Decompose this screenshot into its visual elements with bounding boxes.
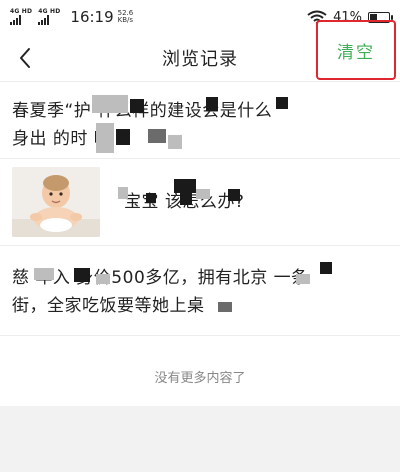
- privacy-mosaic: [74, 268, 90, 282]
- history-item-title-line: 春夏季“护 什么样的建设会是什么: [12, 101, 273, 121]
- privacy-mosaic: [218, 302, 232, 312]
- network-1: 4G HD: [10, 9, 32, 25]
- baby-photo-icon: [12, 167, 100, 237]
- network-indicators: 4G HD 4G HD: [10, 9, 60, 25]
- history-list: 春夏季“护 什么样的建设会是什么 身出 的时 哈 宝宝 该怎么办? 慈 年入 身…: [0, 83, 400, 336]
- clear-button-label: 清空: [337, 42, 375, 63]
- privacy-mosaic: [148, 129, 166, 143]
- signal-bars-icon: [10, 15, 21, 25]
- privacy-mosaic: [130, 99, 144, 113]
- clock: 16:19: [70, 8, 114, 26]
- privacy-mosaic: [296, 274, 310, 284]
- privacy-mosaic: [180, 191, 192, 205]
- history-item-title-line: 街，全家吃饭要等她上桌: [12, 296, 205, 316]
- privacy-mosaic: [34, 268, 54, 280]
- no-more-content: 没有更多内容了: [154, 370, 246, 386]
- speed-unit: KB/s: [117, 16, 134, 24]
- history-item-thumbnail: [12, 167, 100, 237]
- clear-button[interactable]: 清空: [316, 20, 396, 80]
- privacy-mosaic: [116, 129, 130, 145]
- privacy-mosaic: [96, 274, 110, 284]
- privacy-mosaic: [96, 123, 114, 153]
- privacy-mosaic: [228, 189, 240, 201]
- history-item[interactable]: 宝宝 该怎么办?: [0, 159, 400, 246]
- network-2: 4G HD: [38, 9, 60, 25]
- privacy-mosaic: [146, 193, 156, 203]
- privacy-mosaic: [168, 135, 182, 149]
- signal-bars-icon: [38, 15, 50, 25]
- history-item[interactable]: 春夏季“护 什么样的建设会是什么 身出 的时 哈: [0, 83, 400, 159]
- privacy-mosaic: [118, 187, 128, 199]
- privacy-mosaic: [320, 262, 332, 274]
- back-arrow-icon[interactable]: [14, 46, 38, 70]
- privacy-mosaic: [92, 95, 128, 113]
- privacy-mosaic: [276, 97, 288, 109]
- history-item-title-line: 身出 的时 哈: [12, 129, 112, 149]
- network-speed: 52.6 KB/s: [117, 9, 134, 25]
- bottom-area: [0, 406, 400, 472]
- nav-header: 浏览记录 清空: [0, 20, 400, 82]
- privacy-mosaic: [206, 97, 218, 111]
- history-item[interactable]: 慈 年入 身价500多亿，拥有北京 一条 街，全家吃饭要等她上桌: [0, 246, 400, 336]
- page-title: 浏览记录: [162, 48, 238, 70]
- history-item-title: 春夏季“护 什么样的建设会是什么 身出 的时 哈: [12, 97, 388, 153]
- privacy-mosaic: [196, 189, 210, 199]
